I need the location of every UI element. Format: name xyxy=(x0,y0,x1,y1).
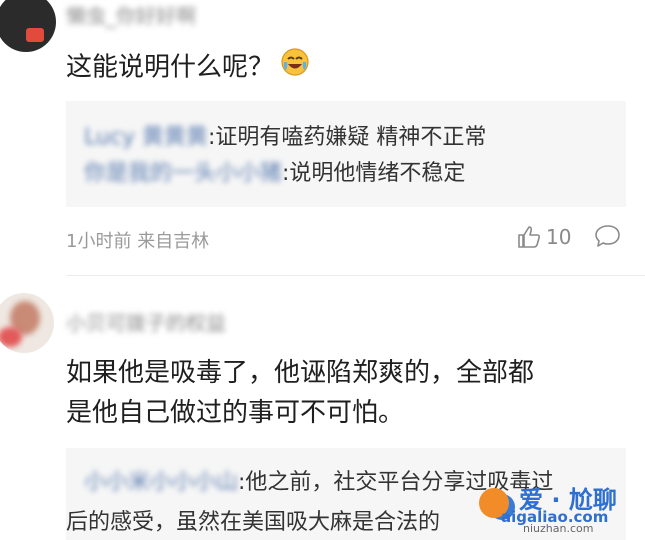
comment-text: 这能说明什么呢？ xyxy=(66,52,275,83)
avatar[interactable] xyxy=(0,0,56,52)
reply-item: Lucy 黄黄黄:证明有嗑药嫌疑 精神不正常 xyxy=(84,119,486,151)
comment-username[interactable]: 小贝可拨子的权益 xyxy=(66,307,226,336)
reply-username[interactable]: Lucy 黄黄黄 xyxy=(84,119,208,151)
reply-text: :证明有嗑药嫌疑 精神不正常 xyxy=(207,125,487,150)
reply-text: :说明他情绪不稳定 xyxy=(282,161,466,186)
reply-box[interactable]: Lucy 黄黄黄:证明有嗑药嫌疑 精神不正常 你是我的一头小小猪:说明他情绪不稳… xyxy=(66,101,626,207)
laughing-crying-emoji-icon xyxy=(280,47,310,89)
comment-text-line: 如果他是吸毒了，他诬陷郑爽的，全部都 xyxy=(66,358,535,388)
reply-username[interactable]: 你是我的一头小小猪 xyxy=(84,155,282,187)
reply-button[interactable] xyxy=(594,222,622,254)
reply-item: 你是我的一头小小猪:说明他情绪不稳定 xyxy=(84,155,465,187)
thumbs-up-icon xyxy=(516,224,542,250)
comment-text-line: 是他自己做过的事可不可怕。 xyxy=(66,398,405,428)
watermark-sub: niuzhan.com xyxy=(523,522,594,535)
comment-meta: 1小时前 来自吉林 xyxy=(66,227,209,253)
comment-time: 1小时前 xyxy=(66,231,132,252)
avatar-badge xyxy=(26,28,44,42)
avatar[interactable] xyxy=(0,293,54,353)
watermark: 爱 · 尬聊 aigaliao.com niuzhan.com xyxy=(479,480,639,538)
divider xyxy=(66,275,645,276)
comment-body: 这能说明什么呢？ xyxy=(66,47,310,89)
avatar-photo-accent xyxy=(0,327,22,347)
like-count: 10 xyxy=(546,225,572,249)
reply-username[interactable]: 小小米小小小山 xyxy=(84,464,238,496)
comment-bubble-icon xyxy=(594,225,622,254)
like-button[interactable]: 10 xyxy=(516,223,571,251)
comment-username[interactable]: 懒虫_你好好啊 xyxy=(66,0,196,29)
reply-text-continued: 后的感受，虽然在美国吸大麻是合法的 xyxy=(66,510,441,535)
comment-location: 来自吉林 xyxy=(137,231,210,252)
